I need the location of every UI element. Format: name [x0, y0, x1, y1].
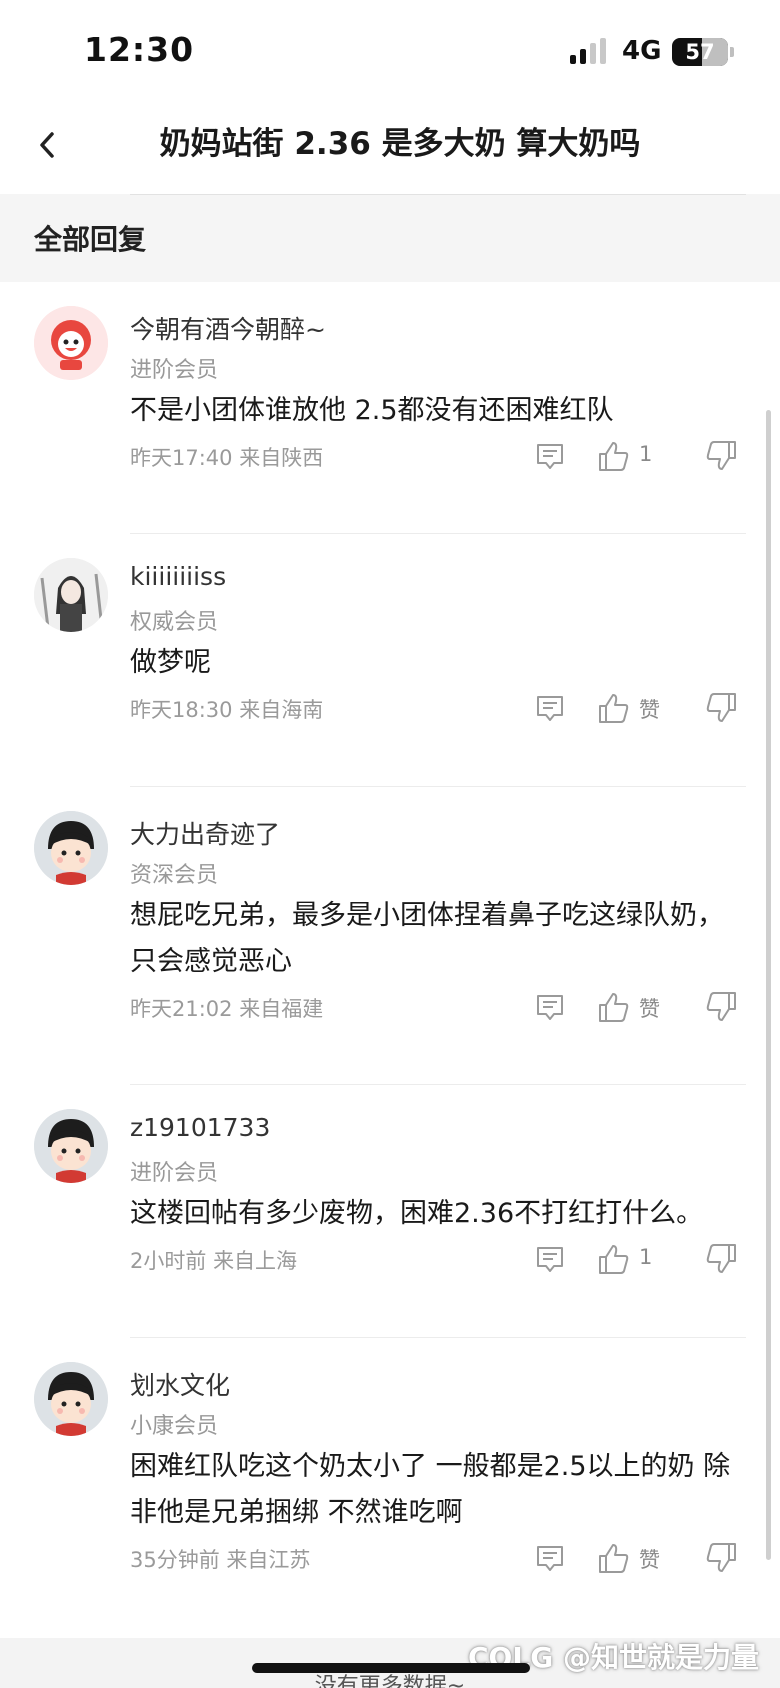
like-button[interactable]: 赞 [597, 692, 687, 728]
like-button[interactable]: 赞 [597, 991, 687, 1027]
comment-item: 划水文化 小康会员 困难红队吃这个奶太小了 一般都是2.5以上的奶 除非他是兄弟… [0, 1338, 780, 1638]
battery-icon: 57 [672, 38, 728, 66]
comment-bubble-icon [537, 696, 563, 721]
user-level: 进阶会员 [130, 1161, 219, 1186]
avatar[interactable] [34, 558, 108, 632]
comment-bubble-icon [537, 1247, 563, 1272]
comment-item: z19101733 进阶会员 这楼回帖有多少废物，困难2.36不打红打什么。 2… [0, 1085, 780, 1338]
thumbs-down-icon [706, 992, 736, 1021]
like-button[interactable]: 1 [597, 440, 687, 476]
scrollbar[interactable] [766, 410, 771, 1560]
thumbs-up-icon [599, 1245, 629, 1274]
comment-location: 来自陕西 [239, 446, 324, 470]
user-level: 权威会员 [130, 610, 219, 635]
comment-item: kiiiiiiiiss 权威会员 做梦呢 昨天18:30 来自海南 赞 [0, 534, 780, 787]
comment-time: 2小时前 [130, 1249, 207, 1273]
comment-text: 不是小团体谁放他 2.5都没有还困难红队 [130, 395, 614, 426]
default-boy-avatar-icon [34, 811, 108, 885]
like-count: 赞 [639, 997, 660, 1021]
comment-bubble-icon [537, 1546, 563, 1571]
avatar[interactable] [34, 811, 108, 885]
status-bar: 12:30 4G 57 [0, 0, 780, 100]
anime-girl-avatar-icon [34, 558, 108, 632]
comment-time: 昨天17:40 [130, 446, 233, 470]
comment-meta: 昨天21:02 来自福建 [130, 993, 323, 1023]
comment-list: 今朝有酒今朝醉~ 进阶会员 不是小团体谁放他 2.5都没有还困难红队 昨天17:… [0, 282, 780, 1638]
status-time: 12:30 [84, 30, 195, 69]
divider [130, 194, 746, 195]
home-indicator[interactable] [252, 1663, 530, 1673]
thumbs-up-icon [599, 694, 629, 723]
user-name[interactable]: kiiiiiiiiss [130, 562, 226, 591]
user-name[interactable]: z19101733 [130, 1113, 270, 1142]
comment-location: 来自上海 [213, 1249, 298, 1273]
like-button[interactable]: 赞 [597, 1542, 687, 1578]
comment-meta: 2小时前 来自上海 [130, 1245, 297, 1275]
replies-section-header: 全部回复 [0, 194, 780, 282]
user-level: 小康会员 [130, 1414, 219, 1439]
comment-text: 这楼回帖有多少废物，困难2.36不打红打什么。 [130, 1198, 704, 1229]
dislike-button[interactable] [704, 440, 740, 476]
comment-time: 昨天21:02 [130, 997, 233, 1021]
user-level: 资深会员 [130, 863, 219, 888]
section-label: 全部回复 [34, 223, 147, 256]
reply-button[interactable] [534, 1243, 570, 1279]
dislike-button[interactable] [704, 1542, 740, 1578]
reply-button[interactable] [534, 1542, 570, 1578]
like-count: 1 [639, 1245, 653, 1269]
comment-bubble-icon [537, 444, 563, 469]
comment-time: 昨天18:30 [130, 698, 233, 722]
avatar[interactable] [34, 1109, 108, 1183]
comment-location: 来自福建 [239, 997, 324, 1021]
red-cartoon-avatar-icon [34, 306, 108, 380]
comment-meta: 昨天17:40 来自陕西 [130, 442, 323, 472]
comment-meta: 昨天18:30 来自海南 [130, 694, 323, 724]
user-level: 进阶会员 [130, 358, 219, 383]
thumbs-up-icon [599, 442, 629, 471]
user-name[interactable]: 今朝有酒今朝醉~ [130, 310, 326, 346]
nav-header: 奶妈站街 2.36 是多大奶 算大奶吗 [0, 100, 780, 192]
user-name[interactable]: 划水文化 [130, 1366, 230, 1402]
thumbs-down-icon [706, 441, 736, 470]
reply-button[interactable] [534, 692, 570, 728]
network-type: 4G [622, 36, 662, 66]
default-boy-avatar-icon [34, 1362, 108, 1436]
comment-text: 做梦呢 [130, 647, 211, 678]
thumbs-down-icon [706, 1543, 736, 1572]
like-button[interactable]: 1 [597, 1243, 687, 1279]
user-name[interactable]: 大力出奇迹了 [130, 815, 280, 851]
signal-icon [570, 38, 606, 64]
battery-level: 57 [685, 40, 715, 64]
thumbs-up-icon [599, 993, 629, 1022]
page-title: 奶妈站街 2.36 是多大奶 算大奶吗 [159, 126, 641, 162]
avatar[interactable] [34, 306, 108, 380]
comment-text: 困难红队吃这个奶太小了 一般都是2.5以上的奶 除非他是兄弟捆绑 不然谁吃啊 [130, 1451, 731, 1528]
comment-meta: 35分钟前 来自江苏 [130, 1544, 310, 1574]
thumbs-down-icon [706, 693, 736, 722]
comment-location: 来自海南 [239, 698, 324, 722]
comment-text: 想屁吃兄弟，最多是小团体捏着鼻子吃这绿队奶，只会感觉恶心 [130, 900, 724, 977]
watermark-text: @知世就是力量 [562, 1641, 759, 1674]
avatar[interactable] [34, 1362, 108, 1436]
dislike-button[interactable] [704, 1243, 740, 1279]
comment-time: 35分钟前 [130, 1548, 220, 1572]
reply-button[interactable] [534, 440, 570, 476]
like-count: 赞 [639, 698, 660, 722]
back-button[interactable] [34, 122, 74, 168]
like-count: 赞 [639, 1548, 660, 1572]
default-boy-avatar-icon [34, 1109, 108, 1183]
thumbs-down-icon [706, 1244, 736, 1273]
chevron-left-icon [40, 132, 54, 158]
dislike-button[interactable] [704, 991, 740, 1027]
reply-button[interactable] [534, 991, 570, 1027]
comment-location: 来自江苏 [226, 1548, 311, 1572]
thumbs-up-icon [599, 1544, 629, 1573]
battery-cap [730, 47, 734, 57]
like-count: 1 [639, 442, 653, 466]
comment-bubble-icon [537, 995, 563, 1020]
comment-item: 今朝有酒今朝醉~ 进阶会员 不是小团体谁放他 2.5都没有还困难红队 昨天17:… [0, 282, 780, 534]
comment-item: 大力出奇迹了 资深会员 想屁吃兄弟，最多是小团体捏着鼻子吃这绿队奶，只会感觉恶心… [0, 787, 780, 1085]
dislike-button[interactable] [704, 692, 740, 728]
